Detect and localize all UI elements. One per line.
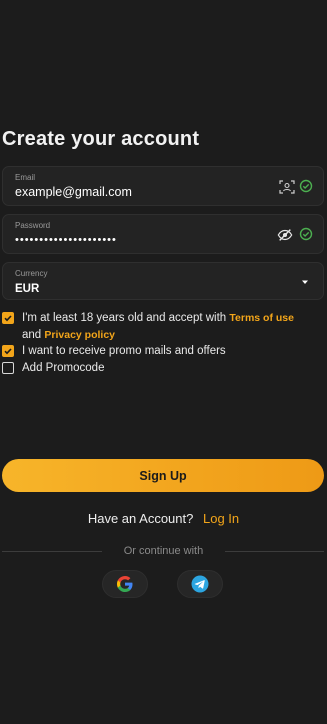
age-terms-row: I'm at least 18 years old and accept wit…	[2, 310, 324, 344]
email-label: Email	[15, 173, 36, 182]
promocode-row: Add Promocode	[2, 360, 324, 377]
page-title: Create your account	[2, 128, 200, 150]
password-value[interactable]: •••••••••••••••••••••	[15, 234, 117, 246]
currency-value: EUR	[15, 283, 40, 295]
login-link[interactable]: Log In	[203, 511, 239, 526]
check-circle-icon	[299, 227, 313, 241]
age-text: I'm at least 18 years old and accept wit…	[22, 312, 227, 324]
terms-link[interactable]: Terms of use	[229, 312, 294, 324]
and-text: and	[22, 329, 42, 341]
promocode-checkbox[interactable]	[2, 362, 14, 374]
email-value[interactable]: example@gmail.com	[15, 185, 132, 199]
password-field[interactable]: Password •••••••••••••••••••••	[2, 214, 324, 254]
check-circle-icon	[299, 179, 313, 193]
have-account-row: Have an Account? Log In	[0, 511, 327, 526]
password-label: Password	[15, 221, 51, 230]
promo-mails-row: I want to receive promo mails and offers	[2, 343, 324, 360]
privacy-link[interactable]: Privacy policy	[44, 329, 115, 341]
signup-button[interactable]: Sign Up	[2, 459, 324, 492]
currency-label: Currency	[15, 269, 48, 278]
google-icon	[117, 576, 133, 592]
divider-right	[225, 551, 324, 552]
have-account-text: Have an Account?	[87, 511, 194, 526]
age-terms-text: I'm at least 18 years old and accept wit…	[22, 310, 294, 344]
email-field[interactable]: Email example@gmail.com	[2, 166, 324, 206]
promo-mails-label: I want to receive promo mails and offers	[22, 345, 226, 357]
age-checkbox[interactable]	[2, 312, 14, 324]
promocode-label: Add Promocode	[22, 362, 105, 374]
google-login-button[interactable]	[102, 570, 148, 598]
face-scan-icon[interactable]	[279, 179, 295, 195]
telegram-icon	[191, 575, 209, 593]
signup-screen: Create your account Email example@gmail.…	[0, 0, 327, 724]
caret-down-icon[interactable]	[301, 279, 309, 285]
currency-select[interactable]: Currency EUR	[2, 262, 324, 300]
telegram-login-button[interactable]	[177, 570, 223, 598]
eye-off-icon[interactable]	[277, 227, 293, 243]
promo-checkbox[interactable]	[2, 345, 14, 357]
